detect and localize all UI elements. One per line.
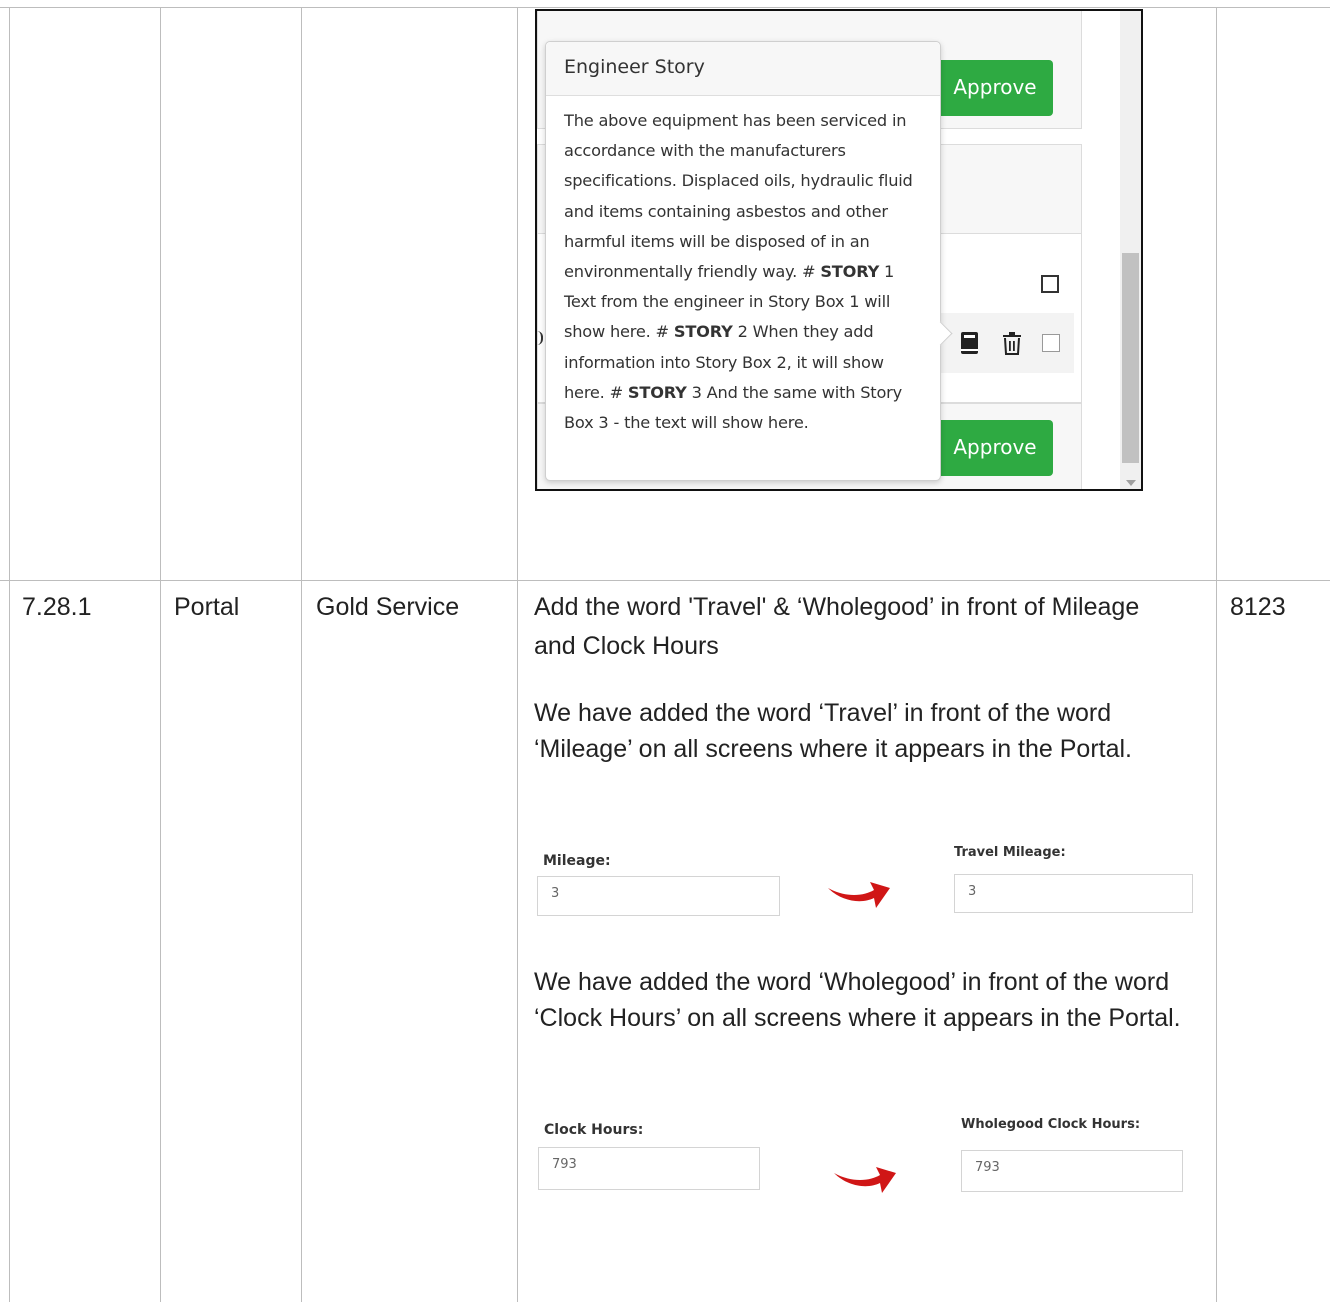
col-line-4: [517, 7, 518, 1302]
clock-hours-field: 793: [538, 1147, 760, 1190]
row-divider: [0, 580, 1330, 581]
change-heading: Add the word 'Travel' & ‘Wholegood’ in f…: [534, 593, 1140, 660]
popover-body: The above equipment has been serviced in…: [564, 111, 913, 433]
engineer-story-popover: Engineer Story The above equipment has b…: [545, 41, 953, 481]
travel-mileage-label: Travel Mileage:: [954, 845, 1066, 860]
trash-icon[interactable]: [1001, 331, 1023, 360]
scrollbar[interactable]: [1120, 11, 1141, 489]
approve-button-top[interactable]: Approve: [937, 60, 1053, 116]
popover-title: Engineer Story: [546, 42, 940, 96]
area-cell: Portal: [174, 593, 240, 621]
clock-hours-description: We have added the word ‘Wholegood’ in fr…: [534, 968, 1181, 1032]
ref-number: 7.28.1: [22, 593, 92, 621]
travel-mileage-field: 3: [954, 874, 1193, 913]
select-all-checkbox[interactable]: [1041, 275, 1059, 293]
service-cell: Gold Service: [316, 593, 460, 621]
clock-hours-label: Clock Hours:: [544, 1122, 644, 1138]
wholegood-clock-hours-label: Wholegood Clock Hours:: [961, 1117, 1141, 1132]
col-line-5: [1216, 7, 1217, 1302]
approve-button-bottom[interactable]: Approve: [937, 420, 1053, 476]
book-icon[interactable]: [960, 331, 980, 360]
wholegood-clock-hours-field: 793: [961, 1150, 1183, 1192]
table-border-top: [0, 7, 1330, 8]
arrow-right-icon-2: [834, 1167, 896, 1193]
col-line-2: [160, 7, 161, 1302]
row-checkbox[interactable]: [1042, 334, 1060, 352]
engineer-story-screenshot: Approve Approve Engineer Story The above…: [535, 9, 1143, 491]
id-cell: 8123: [1230, 593, 1286, 621]
scrollbar-thumb[interactable]: [1122, 253, 1139, 463]
mileage-description: We have added the word ‘Travel’ in front…: [534, 699, 1132, 763]
col-line-3: [301, 7, 302, 1302]
col-line-1: [9, 7, 10, 1302]
mileage-field: 3: [537, 876, 780, 916]
arrow-right-icon: [828, 882, 890, 908]
mileage-label: Mileage:: [543, 853, 611, 869]
scroll-down-icon[interactable]: [1126, 480, 1136, 486]
